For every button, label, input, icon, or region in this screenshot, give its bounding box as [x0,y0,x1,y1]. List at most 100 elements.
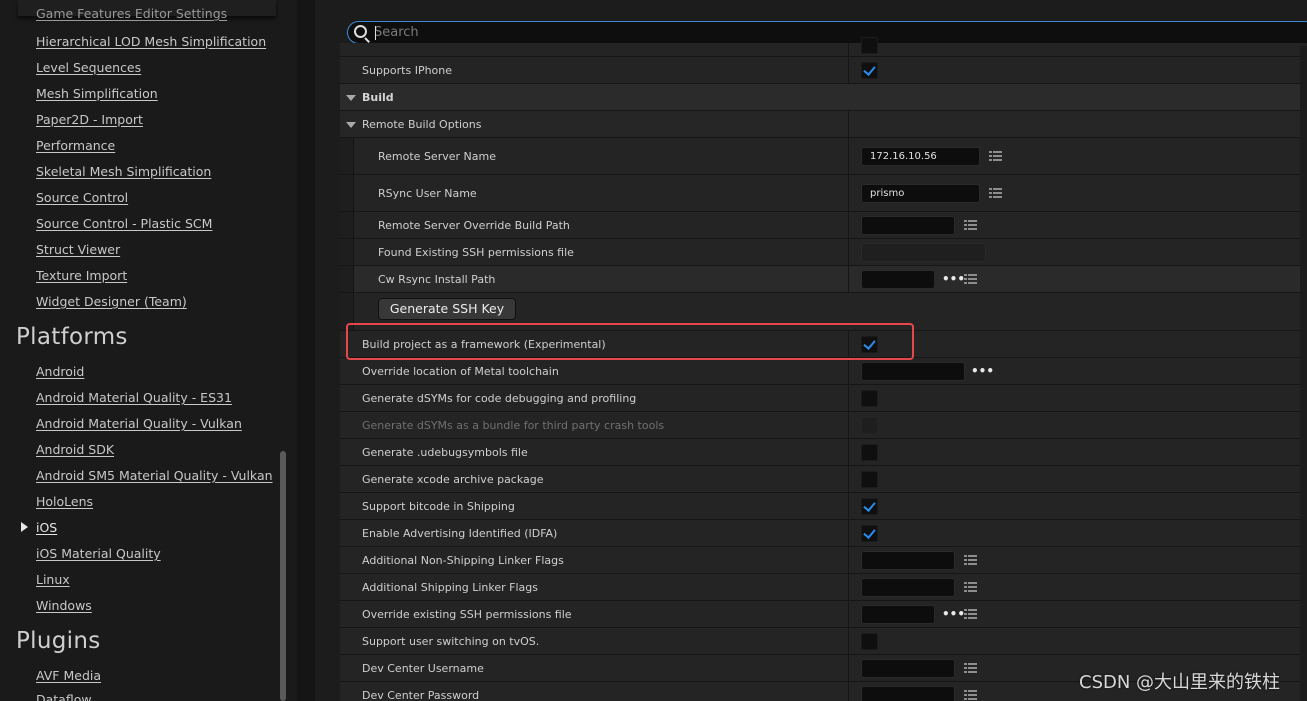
support-bitcode-checkbox[interactable] [861,498,878,515]
column-divider [848,385,849,411]
property-row-override-ssh-permissions: Override existing SSH permissions file •… [340,601,1307,628]
property-row-additional-shipping-flags: Additional Shipping Linker Flags [340,574,1307,601]
property-row-generate-ssh-key: Generate SSH Key [340,293,1307,331]
generate-udebugsymbols-checkbox[interactable] [861,444,878,461]
remote-server-name-field[interactable]: 172.16.10.56 [861,147,980,166]
sidebar-item-android-material-quality-es31[interactable]: Android Material Quality - ES31 [36,390,232,405]
dev-center-password-field[interactable] [861,686,955,701]
generate-dsyms-bundle-checkbox [861,417,878,434]
array-list-icon[interactable] [964,274,977,286]
array-list-icon[interactable] [964,609,977,621]
generate-xcode-archive-checkbox[interactable] [861,471,878,488]
details-scrollbar[interactable] [1300,46,1307,701]
sidebar-item-hololens[interactable]: HoloLens [36,494,93,509]
property-label: Generate dSYMs for code debugging and pr… [362,392,637,405]
generate-ssh-key-button[interactable]: Generate SSH Key [378,298,516,320]
array-list-icon[interactable] [964,690,977,701]
column-divider [848,138,849,174]
property-label: Dev Center Password [362,689,480,701]
column-divider [848,601,849,627]
property-label: Remote Server Name [378,150,496,163]
override-build-path-field[interactable] [861,216,955,235]
sidebar-item-skeletal-mesh-simplification[interactable]: Skeletal Mesh Simplification [36,164,211,179]
sidebar-item-ios[interactable]: iOS [36,520,57,535]
sidebar-item-android-sm5-material-quality-vulkan[interactable]: Android SM5 Material Quality - Vulkan [36,468,273,483]
sidebar-item-dataflow[interactable]: Dataflow [36,692,92,701]
build-as-framework-checkbox[interactable] [861,336,878,353]
property-label: RSync User Name [378,187,477,200]
support-user-switching-checkbox[interactable] [861,633,878,650]
property-row-generate-udebugsymbols: Generate .udebugsymbols file [340,439,1307,466]
sidebar-item-source-control[interactable]: Source Control [36,190,128,205]
property-row-support-user-switching-tvos: Support user switching on tvOS. [340,628,1307,655]
sidebar-item-mesh-simplification[interactable]: Mesh Simplification [36,86,158,101]
sidebar-item-avf-media[interactable]: AVF Media [36,668,101,683]
sidebar-item-texture-import[interactable]: Texture Import [36,268,127,283]
category-build[interactable]: Build [340,84,1307,111]
property-row-enable-idfa: Enable Advertising Identified (IDFA) [340,520,1307,547]
array-list-icon[interactable] [964,663,977,675]
enable-idfa-checkbox[interactable] [861,525,878,542]
sidebar-item-android[interactable]: Android [36,364,84,379]
sidebar-item-hierarchical-lod[interactable]: Hierarchical LOD Mesh Simplification [36,34,266,49]
array-list-icon[interactable] [964,220,977,232]
non-shipping-flags-field[interactable] [861,551,955,570]
column-divider [848,655,849,681]
property-row-override-metal-toolchain: Override location of Metal toolchain ••• [340,358,1307,385]
array-list-icon[interactable] [964,582,977,594]
sidebar-item-android-sdk[interactable]: Android SDK [36,442,114,457]
dev-center-username-field[interactable] [861,659,955,678]
sidebar-item-android-material-quality-vulkan[interactable]: Android Material Quality - Vulkan [36,416,242,431]
indent-bar [340,212,354,238]
indent-bar [340,138,354,174]
search-box[interactable] [347,21,1307,44]
sidebar-scrollbar-thumb[interactable] [280,451,286,701]
column-divider [848,520,849,546]
column-divider [848,412,849,438]
checkbox-partial[interactable] [861,37,878,54]
sidebar-item-level-sequences[interactable]: Level Sequences [36,60,141,75]
array-list-icon[interactable] [989,151,1002,163]
sidebar-item-source-control-plastic[interactable]: Source Control - Plastic SCM [36,216,212,231]
property-row-support-bitcode: Support bitcode in Shipping [340,493,1307,520]
property-label: Additional Shipping Linker Flags [362,581,538,594]
collapse-arrow-icon[interactable] [346,95,356,101]
browse-ellipsis-icon[interactable]: ••• [942,273,965,285]
cw-rsync-path-field[interactable] [861,270,935,289]
array-list-icon[interactable] [964,555,977,567]
splitter[interactable] [297,0,315,701]
sidebar-item-paper2d-import[interactable]: Paper2D - Import [36,112,143,127]
column-divider [848,175,849,211]
sidebar-item-linux[interactable]: Linux [36,572,70,587]
rsync-user-name-field[interactable]: prismo [861,184,980,203]
metal-toolchain-field[interactable] [861,362,965,381]
indent-bar [340,266,354,292]
sidebar-item-windows[interactable]: Windows [36,598,92,613]
shipping-flags-field[interactable] [861,578,955,597]
browse-ellipsis-icon[interactable]: ••• [942,608,965,620]
sidebar-item-struct-viewer[interactable]: Struct Viewer [36,242,120,257]
browse-ellipsis-icon[interactable]: ••• [971,365,994,377]
sidebar-item-game-features-editor-settings[interactable]: Game Features Editor Settings [36,6,227,21]
platforms-section-title: Platforms [16,324,128,350]
column-divider [848,439,849,465]
column-divider [848,212,849,238]
column-divider [848,493,849,519]
generate-dsyms-checkbox[interactable] [861,390,878,407]
search-input[interactable] [374,24,1274,41]
array-list-icon[interactable] [989,188,1002,200]
collapse-arrow-icon[interactable] [346,122,356,128]
supports-iphone-checkbox[interactable] [861,62,878,79]
group-remote-build-options[interactable]: Remote Build Options [340,111,1307,138]
ssh-permissions-path-field[interactable] [861,605,935,624]
sidebar-item-ios-material-quality[interactable]: iOS Material Quality [36,546,161,561]
column-divider [848,466,849,492]
watermark-text: CSDN @大山里来的铁柱 [1079,672,1281,693]
property-label: Remote Server Override Build Path [378,219,570,232]
property-label: Supports IPhone [362,64,453,77]
property-row-remote-server-name: Remote Server Name 172.16.10.56 [340,138,1307,175]
sidebar-item-performance[interactable]: Performance [36,138,115,153]
indent-bar [340,175,354,211]
property-label: Generate .udebugsymbols file [362,446,528,459]
sidebar-item-widget-designer-team[interactable]: Widget Designer (Team) [36,294,187,309]
